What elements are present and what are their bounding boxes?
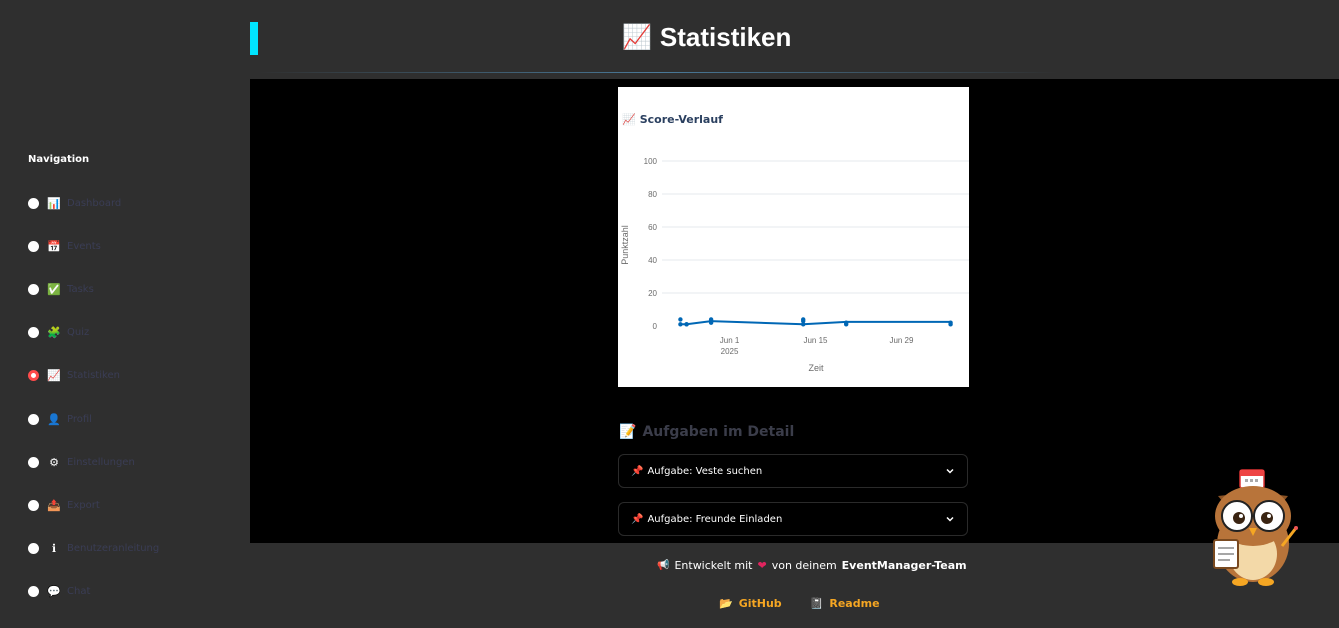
details-section-title: 📝 Aufgaben im Detail [619, 424, 794, 440]
radio-button[interactable] [28, 327, 39, 339]
x-tick-sublabel: 2025 [721, 347, 739, 356]
radio-button[interactable] [28, 543, 39, 555]
footer-links: 📂 GitHub 📓 Readme [719, 597, 880, 610]
y-tick-label: 0 [653, 322, 658, 331]
heart-icon: ❤ [757, 559, 767, 572]
bar-chart-icon: 📊 [47, 196, 61, 210]
github-link[interactable]: 📂 GitHub [719, 597, 782, 610]
series-line [680, 320, 951, 326]
sidebar-item-benutzeranleitung[interactable]: ℹ Benutzeranleitung [28, 541, 159, 557]
sidebar-item-label: Events [67, 240, 101, 252]
data-point [678, 317, 683, 322]
calendar-icon: 📅 [47, 239, 61, 253]
sidebar-item-einstellungen[interactable]: ⚙ Einstellungen [28, 454, 135, 470]
footer-pre: Entwickelt mit [674, 559, 753, 572]
task-expander[interactable]: 📌 Aufgabe: Freunde Einladen [618, 502, 968, 536]
page-title: 📈 Statistiken [622, 22, 791, 53]
sidebar-item-label: Benutzeranleitung [67, 543, 160, 555]
radio-button[interactable] [28, 197, 39, 209]
header-accent-bar [250, 22, 258, 55]
memo-icon: 📝 [619, 424, 637, 440]
sidebar: Navigation 📊 Dashboard 📅 Events ✅ Tasks 🧩 Quiz 📈… [0, 0, 250, 628]
pushpin-icon: 📌 [631, 465, 644, 477]
sidebar-item-label: Chat [67, 586, 91, 598]
y-tick-label: 100 [644, 157, 658, 166]
radio-button[interactable] [28, 586, 39, 598]
info-icon: ℹ [51, 542, 57, 556]
y-tick-label: 40 [648, 256, 657, 265]
task-expander[interactable]: 📌 Aufgabe: Veste suchen [618, 454, 968, 488]
puzzle-icon: 🧩 [47, 326, 61, 340]
data-point [948, 322, 953, 327]
footer-mid: von deinem [771, 559, 837, 572]
x-tick-label: Jun 29 [889, 336, 914, 345]
sidebar-item-label: Einstellungen [67, 456, 135, 468]
owl-mascot-image [1213, 469, 1298, 586]
radio-button[interactable] [28, 499, 39, 511]
sidebar-item-events[interactable]: 📅 Events [28, 238, 101, 254]
y-axis-title: Punktzahl [620, 225, 630, 265]
sidebar-item-label: Quiz [67, 327, 90, 339]
radio-button[interactable] [28, 456, 39, 468]
data-point [801, 322, 806, 327]
sidebar-item-quiz[interactable]: 🧩 Quiz [28, 325, 89, 341]
x-tick-label: Jun 15 [803, 336, 828, 345]
chevron-down-icon [946, 516, 954, 522]
radio-button[interactable] [28, 413, 39, 425]
profile-icon: 👤 [47, 412, 61, 426]
sidebar-item-tasks[interactable]: ✅ Tasks [28, 281, 94, 297]
x-axis-title: Zeit [808, 363, 824, 373]
sidebar-item-export[interactable]: 📤 Export [28, 497, 100, 513]
sidebar-item-dashboard[interactable]: 📊 Dashboard [28, 195, 121, 211]
book-icon: 📓 [809, 597, 824, 610]
gear-icon: ⚙ [49, 455, 59, 469]
chart-increasing-icon: 📈 [47, 369, 61, 383]
sidebar-item-label: Statistiken [67, 370, 120, 382]
sidebar-item-label: Export [67, 499, 100, 511]
calendar-icon [1239, 469, 1265, 489]
title-divider [258, 72, 1058, 73]
sidebar-item-label: Tasks [67, 283, 94, 295]
sidebar-item-label: Dashboard [67, 197, 122, 209]
readme-link-label: Readme [829, 597, 880, 610]
data-point [684, 322, 689, 327]
github-link-label: GitHub [738, 597, 782, 610]
speech-bubble-icon: 💬 [47, 585, 61, 599]
data-point [844, 322, 849, 327]
readme-link[interactable]: 📓 Readme [810, 597, 880, 610]
radio-button[interactable] [28, 283, 39, 295]
radio-button[interactable] [28, 240, 39, 252]
score-line-chart[interactable]: 0 20 40 60 80 100 Jun 1 2025 Jun 15 Jun 29 Zeit Pun… [618, 87, 969, 387]
chevron-down-icon [946, 468, 954, 474]
upload-icon: 📤 [47, 498, 61, 512]
details-title-text: Aufgaben im Detail [642, 424, 795, 440]
footer [250, 543, 1339, 628]
footer-credit: 📢 Entwickelt mit ❤ von deinem EventManag… [657, 559, 967, 572]
sidebar-item-profil[interactable]: 👤 Profil [28, 411, 92, 427]
chart-increasing-icon: 📈 [622, 24, 652, 51]
data-point [678, 322, 683, 327]
footer-team: EventManager-Team [841, 559, 967, 572]
sidebar-item-statistiken[interactable]: 📈 Statistiken [28, 368, 120, 384]
sidebar-item-label: Profil [67, 413, 92, 425]
score-chart-card: 📈 Score-Verlauf 0 20 40 60 80 100 Jun 1 2025 Jun… [618, 87, 969, 387]
data-point [708, 320, 714, 325]
megaphone-icon: 📢 [657, 560, 670, 571]
task-expander-label: Aufgabe: Veste suchen [647, 465, 763, 477]
pushpin-icon: 📌 [631, 513, 644, 525]
sidebar-item-chat[interactable]: 💬 Chat [28, 584, 90, 600]
y-tick-label: 20 [648, 289, 657, 298]
nav-title: Navigation [28, 154, 90, 165]
y-tick-label: 60 [648, 223, 657, 232]
y-tick-label: 80 [648, 190, 657, 199]
radio-button[interactable] [28, 370, 39, 382]
folder-icon: 📂 [719, 597, 733, 610]
page-title-text: Statistiken [659, 22, 792, 52]
check-icon: ✅ [47, 282, 61, 296]
x-tick-label: Jun 1 [720, 336, 740, 345]
task-expander-label: Aufgabe: Freunde Einladen [647, 513, 783, 525]
